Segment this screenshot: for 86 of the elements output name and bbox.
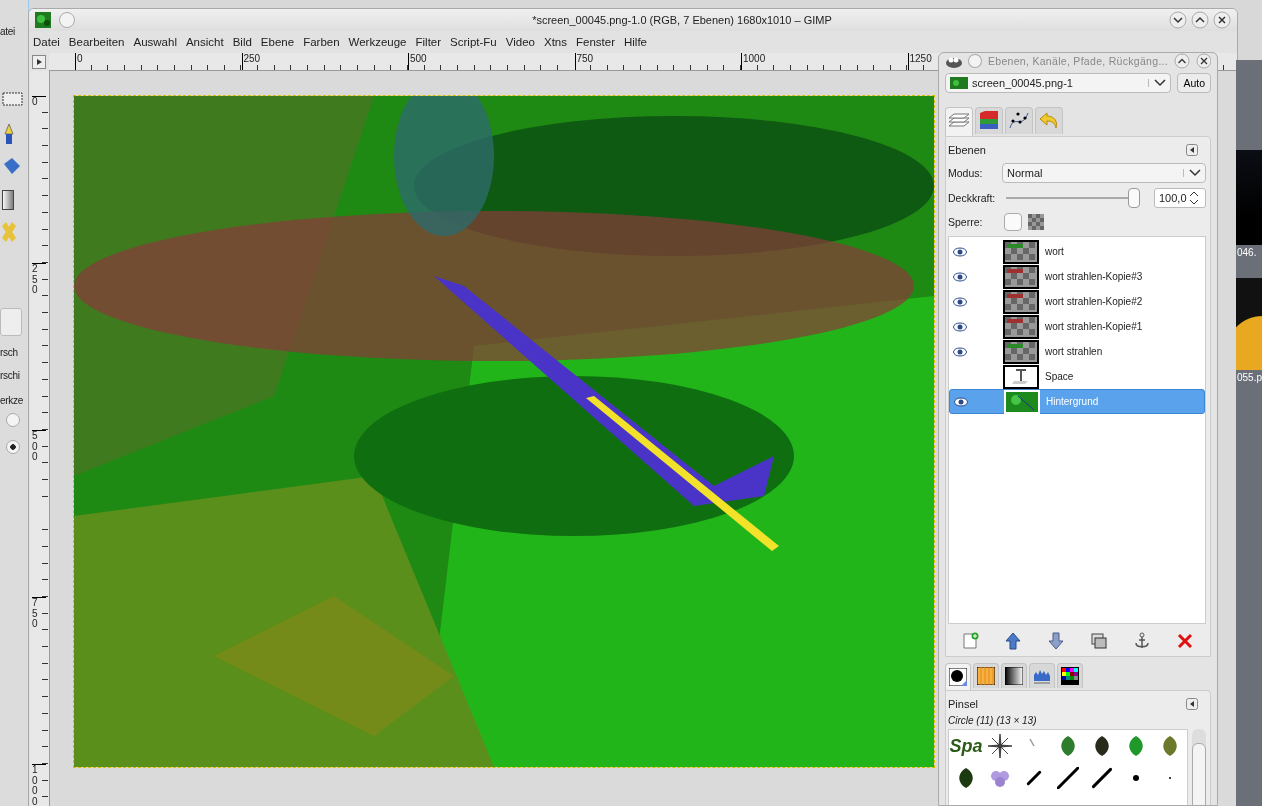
vertical-ruler: 0 250 500 750 1000 — [30, 71, 50, 806]
eye-icon[interactable] — [953, 296, 967, 307]
opacity-label: Deckkraft: — [948, 192, 996, 204]
stroke-brush-icon[interactable] — [1091, 767, 1113, 789]
menu-item[interactable]: Video — [505, 36, 535, 48]
option-label: erkze — [0, 395, 23, 406]
layer-thumbnail — [1004, 389, 1040, 414]
minimize-icon[interactable] — [1169, 11, 1187, 29]
down-arrow-icon[interactable] — [1046, 632, 1065, 650]
eye-icon[interactable] — [953, 271, 967, 282]
image-thumbnail-icon — [950, 77, 968, 89]
brush-preview[interactable]: Spa — [949, 735, 983, 757]
duplicate-icon[interactable] — [1089, 632, 1108, 650]
brush-name: Circle (11) (13 × 13) — [948, 715, 1038, 726]
menu-item[interactable]: Werkzeuge — [348, 36, 407, 48]
menu-item[interactable]: Auswahl — [133, 36, 177, 48]
spin-arrows-icon[interactable] — [1188, 190, 1199, 206]
menu-item[interactable]: Fenster — [576, 36, 615, 48]
layer-row[interactable]: wort strahlen-Kopie#1 — [949, 314, 1205, 339]
radio-button[interactable] — [6, 413, 20, 427]
navigate-icon[interactable] — [32, 55, 46, 69]
menu-item[interactable]: Script-Fu — [450, 36, 497, 48]
layer-row[interactable]: wort strahlen-Kopie#2 — [949, 289, 1205, 314]
layer-thumbnail — [1003, 339, 1039, 364]
option-label: rschi — [0, 370, 20, 381]
layer-row[interactable]: wort strahlen — [949, 339, 1205, 364]
up-arrow-icon[interactable] — [1003, 632, 1022, 650]
layer-row[interactable]: Space — [949, 364, 1205, 389]
flower-brush-icon[interactable] — [989, 768, 1011, 788]
image-dropdown[interactable]: screen_00045.png-1 — [945, 73, 1172, 93]
rectangle-select-icon[interactable] — [2, 92, 24, 106]
image-thumbnail-icon — [35, 12, 51, 28]
slider-thumb[interactable] — [1128, 188, 1140, 208]
eye-icon[interactable] — [953, 321, 967, 332]
anchor-icon[interactable] — [1132, 632, 1151, 650]
bucket-icon[interactable] — [2, 156, 22, 176]
delete-icon[interactable] — [1175, 632, 1194, 650]
menu-item[interactable]: atei — [0, 26, 15, 37]
eye-icon[interactable] — [953, 246, 967, 257]
panel-menu-icon[interactable] — [1186, 144, 1198, 156]
opacity-spinbox[interactable]: 100,0 — [1154, 188, 1206, 208]
menu-item[interactable]: Bild — [232, 36, 252, 48]
menu-item[interactable]: Filter — [415, 36, 442, 48]
panel-menu-icon[interactable] — [1186, 698, 1198, 710]
chevron-down-icon[interactable] — [1183, 169, 1201, 177]
star-brush-icon[interactable] — [988, 734, 1012, 758]
close-icon[interactable] — [1195, 53, 1211, 69]
pen-nib-icon[interactable] — [2, 122, 16, 146]
close-icon[interactable] — [1213, 11, 1231, 29]
option-label: rsch — [0, 347, 18, 358]
menu-item[interactable]: Ansicht — [185, 36, 224, 48]
layer-thumbnail — [1003, 239, 1039, 264]
layer-row[interactable]: wort strahlen-Kopie#3 — [949, 264, 1205, 289]
layer-row[interactable]: wort — [949, 239, 1205, 264]
panel-title: Ebenen — [948, 144, 986, 156]
chevron-down-icon[interactable] — [1148, 79, 1167, 87]
layer-thumbnail — [1003, 364, 1039, 389]
gradient-icon[interactable] — [2, 190, 14, 210]
menu-item[interactable]: Farben — [303, 36, 340, 48]
auto-button[interactable]: Auto — [1177, 73, 1211, 93]
window-title: Ebenen, Kanäle, Pfade, Rückgäng... — [988, 55, 1169, 67]
maximize-icon[interactable] — [1174, 53, 1190, 69]
menu-item[interactable]: Hilfe — [624, 36, 647, 48]
layer-thumbnail — [1003, 264, 1039, 289]
layer-thumbnail — [1003, 289, 1039, 314]
dock-tab[interactable] — [945, 663, 971, 690]
eye-icon[interactable] — [954, 396, 968, 407]
mode-label: Modus: — [948, 167, 984, 179]
dot-brush-icon[interactable] — [1131, 773, 1141, 783]
thumbnail-label[interactable]: 055.p — [1236, 370, 1262, 391]
radio-button[interactable] — [6, 440, 20, 454]
menu-item[interactable]: Bearbeiten — [68, 36, 125, 48]
menu-item[interactable]: Datei — [33, 36, 60, 48]
menu-item[interactable]: Xtns — [543, 36, 567, 48]
menu-item[interactable]: Ebene — [260, 36, 295, 48]
thumbnail-label[interactable]: 046. — [1236, 245, 1262, 266]
lock-label: Sperre: — [948, 216, 984, 228]
window-title: *screen_00045.png-1.0 (RGB, 7 Ebenen) 1680x1010 – GIMP — [531, 14, 833, 26]
new-layer-icon[interactable] — [960, 632, 979, 650]
panel-title: Pinsel — [948, 698, 978, 710]
layer-thumbnail — [1003, 314, 1039, 339]
maximize-icon[interactable] — [1191, 11, 1209, 29]
mode-dropdown[interactable]: Normal — [1002, 163, 1206, 183]
lock-pixels-toggle[interactable] — [1004, 213, 1022, 231]
eye-icon[interactable] — [953, 346, 967, 357]
stroke-brush-icon[interactable] — [1057, 767, 1079, 789]
